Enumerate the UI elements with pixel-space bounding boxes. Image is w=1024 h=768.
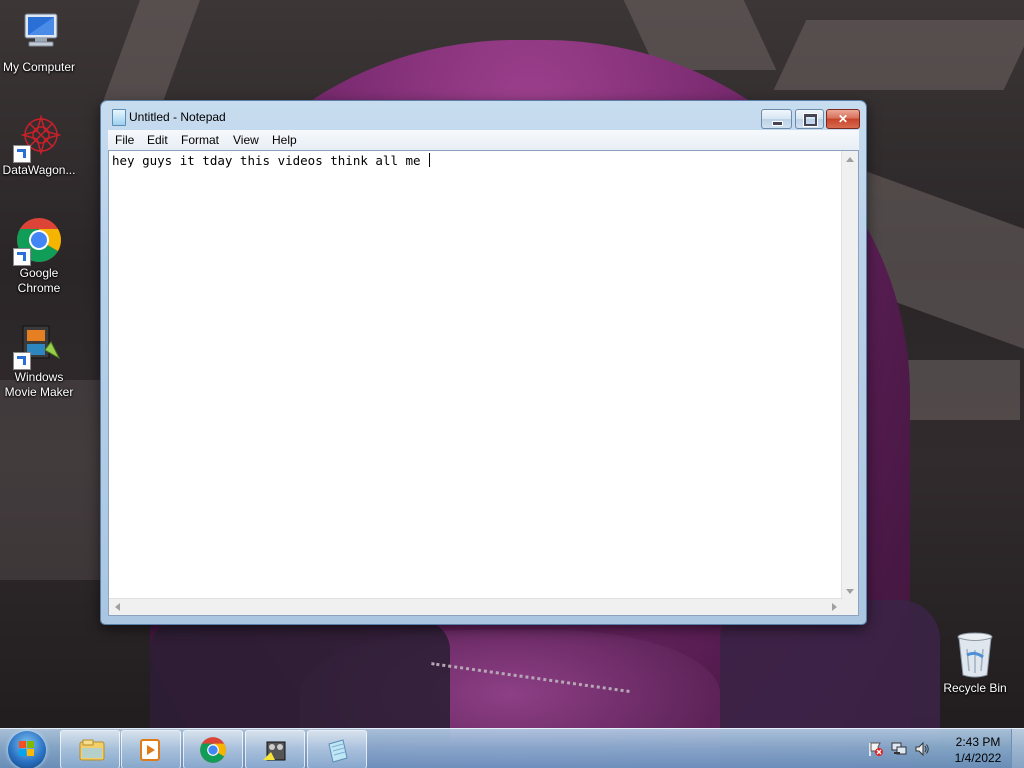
show-desktop-button[interactable] <box>1011 729 1024 768</box>
scroll-down-icon[interactable] <box>846 589 854 594</box>
minimize-icon <box>772 121 783 126</box>
scroll-up-icon[interactable] <box>846 157 854 162</box>
menu-file[interactable]: File <box>115 133 134 147</box>
recycle-bin-icon <box>955 631 995 679</box>
clock-date[interactable]: 1/4/2022 <box>948 751 1008 765</box>
desktop-icon-recycle-bin[interactable]: Recycle Bin <box>937 631 1013 696</box>
notepad-icon <box>325 738 349 763</box>
maximize-icon <box>804 114 817 126</box>
desktop-icon-label: Recycle Bin <box>943 681 1007 695</box>
menu-view[interactable]: View <box>233 133 259 147</box>
minimize-button[interactable] <box>761 109 792 129</box>
taskbar-notepad-button[interactable] <box>307 730 367 768</box>
shortcut-arrow-icon <box>13 145 31 163</box>
clock-time[interactable]: 2:43 PM <box>948 735 1008 749</box>
start-button[interactable] <box>8 731 46 768</box>
desktop-icon-label: Google Chrome <box>17 266 61 295</box>
scroll-left-icon[interactable] <box>115 603 120 611</box>
desktop-icon-label: Windows Movie Maker <box>4 370 74 399</box>
movie-maker-icon <box>263 738 287 762</box>
taskbar-chrome-button[interactable] <box>183 730 243 768</box>
volume-icon[interactable] <box>914 741 930 757</box>
close-icon: ✕ <box>837 112 849 126</box>
maximize-button[interactable] <box>795 109 824 129</box>
taskbar-media-player-button[interactable] <box>121 730 181 768</box>
resize-grip[interactable] <box>842 599 858 615</box>
menu-help[interactable]: Help <box>272 133 297 147</box>
windows-logo-icon <box>19 741 35 757</box>
shortcut-arrow-icon <box>13 248 31 266</box>
text-editor[interactable]: hey guys it tday this videos think all m… <box>108 150 859 616</box>
desktop-icon-windows-movie-maker[interactable]: Windows Movie Maker <box>1 320 77 400</box>
close-button[interactable]: ✕ <box>826 109 860 129</box>
notepad-icon <box>112 109 126 126</box>
desktop-icon-datawagon[interactable]: DataWagon... <box>1 113 77 178</box>
desktop-icon-google-chrome[interactable]: Google Chrome <box>1 216 77 296</box>
datawagon-icon <box>13 113 63 163</box>
system-tray: 2:43 PM 1/4/2022 <box>866 729 1024 768</box>
vertical-scrollbar[interactable] <box>841 151 858 600</box>
editor-text: hey guys it tday this videos think all m… <box>112 153 429 168</box>
window-title: Untitled - Notepad <box>129 110 226 124</box>
scroll-right-icon[interactable] <box>832 603 837 611</box>
desktop-icon-label: DataWagon... <box>2 163 76 177</box>
notepad-window[interactable]: Untitled - Notepad ✕ File Edit Format Vi… <box>101 101 866 624</box>
taskbar-explorer-button[interactable] <box>60 730 120 768</box>
shortcut-arrow-icon <box>13 352 31 370</box>
action-center-flag-icon[interactable] <box>868 741 884 757</box>
explorer-icon <box>78 738 105 762</box>
desktop-icon-my-computer[interactable]: My Computer <box>1 10 77 75</box>
taskbar: 2:43 PM 1/4/2022 <box>0 728 1024 768</box>
taskbar-movie-maker-button[interactable] <box>245 730 305 768</box>
media-player-icon <box>139 738 163 762</box>
menu-bar: File Edit Format View Help <box>108 130 859 150</box>
menu-format[interactable]: Format <box>181 133 219 147</box>
editor-content: hey guys it tday this videos think all m… <box>112 153 431 168</box>
horizontal-scrollbar[interactable] <box>109 598 843 615</box>
network-icon[interactable] <box>891 741 907 757</box>
chrome-icon <box>13 216 63 266</box>
chrome-icon <box>200 737 226 763</box>
menu-edit[interactable]: Edit <box>147 133 168 147</box>
desktop-icon-label: My Computer <box>2 60 76 74</box>
computer-icon <box>15 10 63 58</box>
text-caret <box>429 153 431 167</box>
movie-maker-icon <box>13 320 63 370</box>
